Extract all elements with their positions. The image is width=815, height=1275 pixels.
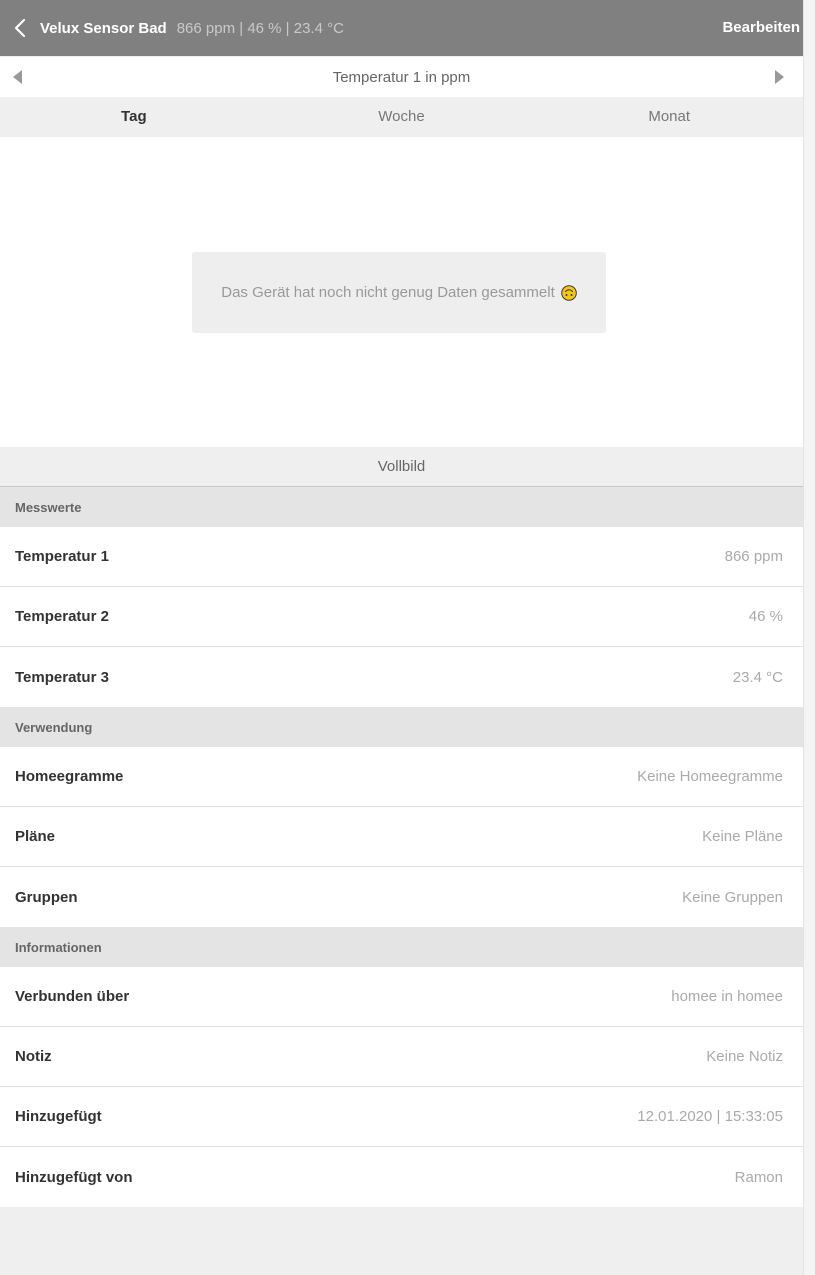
list-item[interactable]: Verbunden über homee in homee: [0, 967, 803, 1027]
details-list: Messwerte Temperatur 1 866 ppm Temperatu…: [0, 487, 803, 1207]
list-item-label: Hinzugefügt von: [15, 1168, 133, 1186]
empty-data-notice: Das Gerät hat noch nicht genug Daten ges…: [192, 252, 606, 333]
next-chart-arrow-icon[interactable]: [771, 69, 787, 85]
list-item-value: 46 %: [748, 608, 783, 625]
app: Velux Sensor Bad 866 ppm | 46 % | 23.4 °…: [0, 0, 815, 1275]
list-item[interactable]: Pläne Keine Pläne: [0, 807, 803, 867]
section-header-measurements: Messwerte: [0, 487, 803, 527]
list-item[interactable]: Homeegramme Keine Homeegramme: [0, 747, 803, 807]
list-item-label: Hinzugefügt: [15, 1108, 102, 1125]
list-item-value: Keine Notiz: [706, 1048, 783, 1065]
tab-month[interactable]: Monat: [535, 97, 803, 137]
list-item-value: 12.01.2020 | 15:33:05: [637, 1108, 783, 1125]
section-header-information: Informationen: [0, 927, 803, 967]
list-item-label: Homeegramme: [15, 768, 124, 785]
scrollbar[interactable]: [803, 0, 815, 1275]
chart-selector-label: Temperatur 1 in ppm: [332, 68, 471, 86]
list-item[interactable]: Hinzugefügt von Ramon: [0, 1147, 803, 1207]
list-item[interactable]: Hinzugefügt 12.01.2020 | 15:33:05: [0, 1087, 803, 1147]
tab-day[interactable]: Tag: [0, 97, 268, 137]
edit-button[interactable]: Bearbeiten: [722, 0, 800, 56]
list-item-value: Ramon: [734, 1168, 783, 1186]
upside-down-face-icon: [560, 284, 577, 301]
list-item[interactable]: Temperatur 1 866 ppm: [0, 527, 803, 587]
list-item[interactable]: Notiz Keine Notiz: [0, 1027, 803, 1087]
chart-area: Das Gerät hat noch nicht genug Daten ges…: [0, 137, 803, 447]
list-item-label: Temperatur 2: [15, 608, 109, 625]
list-item-label: Gruppen: [15, 888, 78, 906]
device-status-summary: 866 ppm | 46 % | 23.4 °C: [176, 19, 344, 37]
list-item-value: Keine Homeegramme: [637, 768, 783, 785]
list-item-value: 23.4 °C: [732, 668, 783, 686]
fullscreen-button[interactable]: Vollbild: [0, 447, 803, 487]
list-item-value: 866 ppm: [724, 548, 783, 565]
list-item-label: Pläne: [15, 828, 56, 845]
list-item[interactable]: Temperatur 2 46 %: [0, 587, 803, 647]
list-item-value: Keine Pläne: [702, 828, 783, 845]
tab-week[interactable]: Woche: [268, 97, 536, 137]
previous-chart-arrow-icon[interactable]: [10, 69, 26, 85]
device-title: Velux Sensor Bad: [40, 19, 167, 37]
back-button[interactable]: [0, 0, 40, 56]
list-item-label: Temperatur 3: [15, 668, 109, 686]
top-bar: Velux Sensor Bad 866 ppm | 46 % | 23.4 °…: [0, 0, 815, 56]
section-header-usage: Verwendung: [0, 707, 803, 747]
list-item-value: Keine Gruppen: [682, 888, 783, 906]
chart-selector: Temperatur 1 in ppm: [0, 57, 803, 97]
list-item-label: Verbunden über: [15, 988, 130, 1005]
list-item-value: homee in homee: [671, 988, 783, 1005]
list-item-label: Notiz: [15, 1048, 52, 1065]
list-item[interactable]: Temperatur 3 23.4 °C: [0, 647, 803, 707]
chevron-left-icon: [14, 18, 26, 38]
list-item-label: Temperatur 1: [15, 548, 109, 565]
list-item[interactable]: Gruppen Keine Gruppen: [0, 867, 803, 927]
empty-data-message: Das Gerät hat noch nicht genug Daten ges…: [221, 284, 555, 301]
time-range-tabs: Tag Woche Monat: [0, 97, 803, 137]
